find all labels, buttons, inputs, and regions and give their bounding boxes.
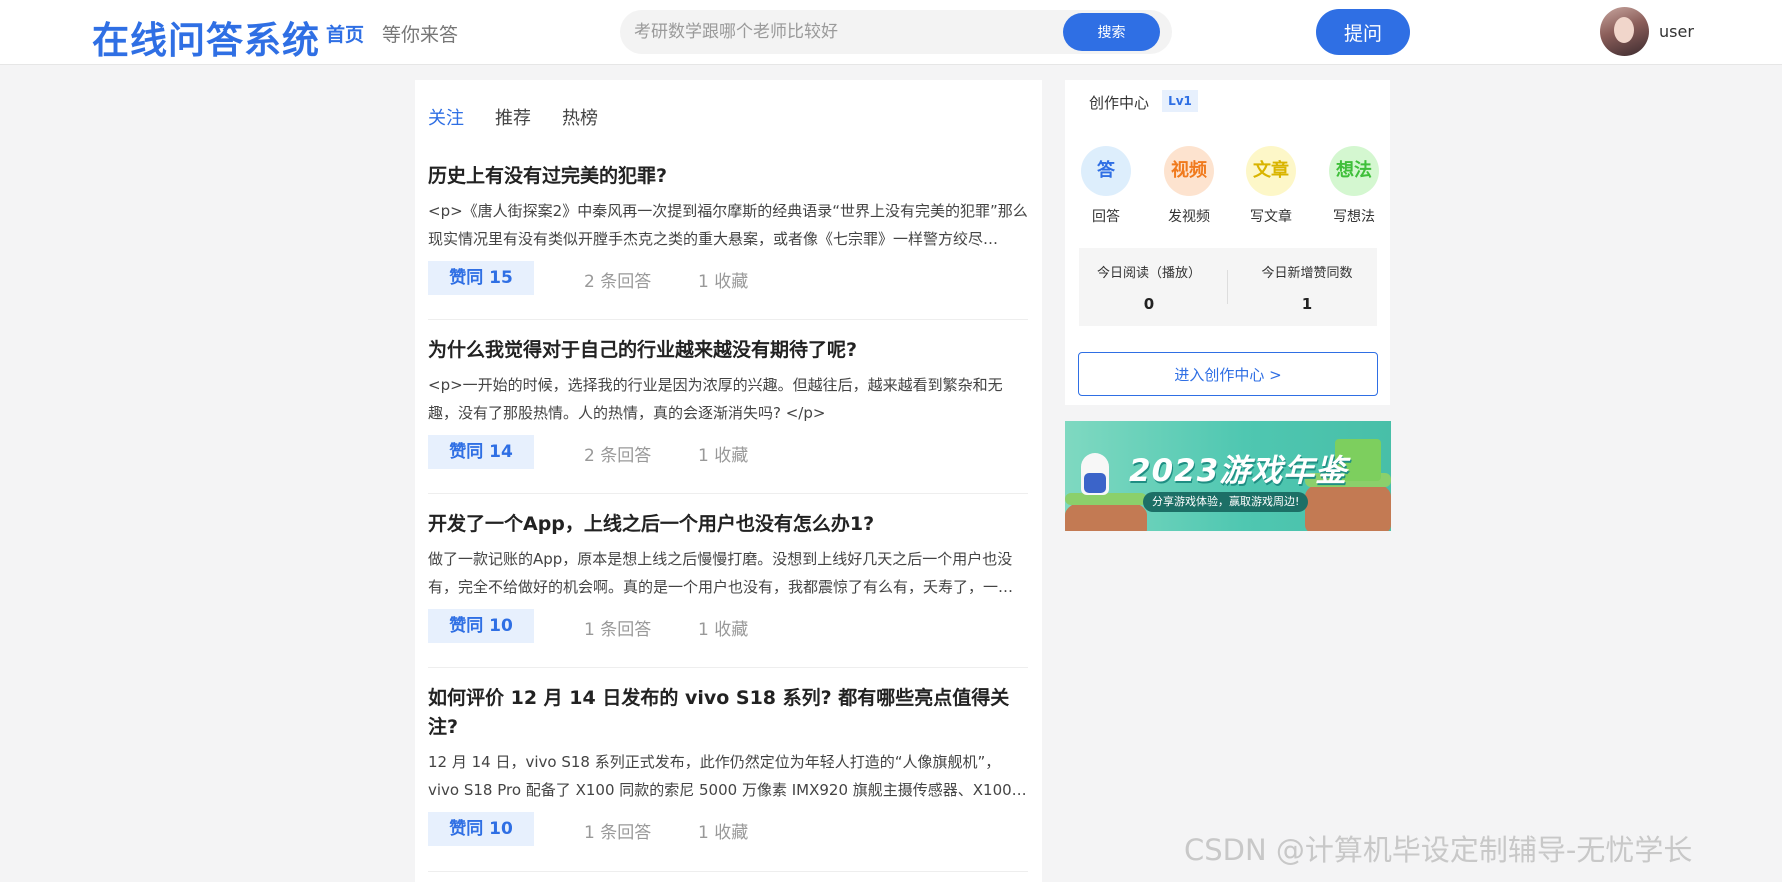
- question-item[interactable]: 历史上有没有过完美的犯罪? <p>《唐人街探案2》中秦风再一次提到福尔摩斯的经典…: [428, 162, 1028, 320]
- answer-count[interactable]: 2 条回答: [584, 267, 651, 292]
- search-button[interactable]: 搜索: [1063, 13, 1160, 51]
- favorite-count[interactable]: 1 收藏: [698, 267, 748, 292]
- game-yearbook-banner[interactable]: 2023游戏年鉴 分享游戏体验，赢取游戏周边!: [1065, 421, 1391, 531]
- question-actions: 赞同 10 1 条回答 1 收藏: [428, 609, 1028, 645]
- quick-action-label: 发视频: [1168, 209, 1210, 225]
- stat-label: 今日阅读（播放）: [1096, 266, 1201, 281]
- quick-action-answer[interactable]: 答 回答: [1075, 146, 1137, 226]
- nav-waiting-answers[interactable]: 等你来答: [382, 20, 458, 47]
- agree-button[interactable]: 赞同 14: [428, 435, 534, 469]
- watermark: CSDN @计算机毕设定制辅导-无忧学长: [1184, 833, 1693, 867]
- creation-center-card: 创作中心 Lv1 答 回答 视频 发视频 文章 写文章 想法 写想法 今日阅读（…: [1065, 80, 1390, 405]
- stat-value: 0: [1143, 295, 1155, 313]
- question-excerpt[interactable]: 做了一款记账的App，原本是想上线之后慢慢打磨。没想到上线好几天之后一个用户也没…: [428, 545, 1028, 601]
- question-excerpt[interactable]: 12 月 14 日，vivo S18 系列正式发布，此作仍然定位为年轻人打造的“…: [428, 748, 1028, 804]
- question-excerpt[interactable]: <p>《唐人街探案2》中秦风再一次提到福尔摩斯的经典语录“世界上没有完美的犯罪”…: [428, 197, 1028, 253]
- question-title[interactable]: 为什么我觉得对于自己的行业越来越没有期待了呢?: [428, 336, 1028, 365]
- video-icon[interactable]: 视频: [1164, 146, 1214, 196]
- agree-button[interactable]: 赞同 10: [428, 609, 534, 643]
- avatar[interactable]: [1600, 7, 1649, 56]
- quick-action-label: 写想法: [1333, 209, 1375, 225]
- answer-count[interactable]: 1 条回答: [584, 818, 651, 843]
- question-feed: 关注 推荐 热榜 历史上有没有过完美的犯罪? <p>《唐人街探案2》中秦风再一次…: [415, 80, 1042, 882]
- question-title[interactable]: 如何评价 12 月 14 日发布的 vivo S18 系列? 都有哪些亮点值得关…: [428, 684, 1028, 742]
- search-input[interactable]: [634, 10, 1034, 54]
- today-stats: 今日阅读（播放） 0 今日新增赞同数 1: [1079, 248, 1377, 326]
- question-actions: 赞同 15 2 条回答 1 收藏: [428, 261, 1028, 297]
- tab-hot[interactable]: 热榜: [562, 104, 598, 130]
- ask-question-button[interactable]: 提问: [1316, 9, 1410, 55]
- top-navbar: 在线问答系统 首页 等你来答 搜索 提问 user: [0, 0, 1782, 65]
- tab-follow[interactable]: 关注: [428, 104, 464, 130]
- creation-center-title: 创作中心: [1089, 94, 1150, 112]
- question-title[interactable]: 历史上有没有过完美的犯罪?: [428, 162, 1028, 191]
- quick-action-label: 写文章: [1250, 209, 1292, 225]
- question-actions: 赞同 14 2 条回答 1 收藏: [428, 435, 1028, 471]
- tab-recommend[interactable]: 推荐: [495, 104, 531, 130]
- agree-button[interactable]: 赞同 10: [428, 812, 534, 846]
- stat-label: 今日新增赞同数: [1261, 266, 1353, 281]
- question-item[interactable]: 开发了一个App，上线之后一个用户也没有怎么办1? 做了一款记账的App，原本是…: [428, 510, 1028, 668]
- site-logo[interactable]: 在线问答系统: [92, 10, 320, 64]
- article-icon[interactable]: 文章: [1246, 146, 1296, 196]
- banner-title: 2023游戏年鉴: [1129, 453, 1348, 489]
- question-excerpt[interactable]: <p>一开始的时候，选择我的行业是因为浓厚的兴趣。但越往后，越来越看到繁杂和无趣…: [428, 371, 1028, 427]
- banner-character-graphic: [1081, 453, 1109, 495]
- stat-divider: [1227, 270, 1228, 304]
- stat-value: 1: [1301, 295, 1313, 313]
- favorite-count[interactable]: 1 收藏: [698, 441, 748, 466]
- question-actions: 赞同 10 1 条回答 1 收藏: [428, 812, 1028, 848]
- idea-icon[interactable]: 想法: [1329, 146, 1379, 196]
- level-badge: Lv1: [1162, 90, 1198, 112]
- username[interactable]: user: [1659, 22, 1694, 41]
- question-item[interactable]: 如何评价 12 月 14 日发布的 vivo S18 系列? 都有哪些亮点值得关…: [428, 684, 1028, 872]
- stat-new-agrees: 今日新增赞同数 1: [1237, 262, 1377, 313]
- stat-reads: 今日阅读（播放） 0: [1079, 262, 1219, 313]
- banner-subtitle: 分享游戏体验，赢取游戏周边!: [1143, 492, 1309, 512]
- search-bar: 搜索: [620, 10, 1172, 54]
- question-title[interactable]: 开发了一个App，上线之后一个用户也没有怎么办1?: [428, 510, 1028, 539]
- quick-action-video[interactable]: 视频 发视频: [1158, 146, 1220, 226]
- favorite-count[interactable]: 1 收藏: [698, 615, 748, 640]
- answer-count[interactable]: 1 条回答: [584, 615, 651, 640]
- favorite-count[interactable]: 1 收藏: [698, 818, 748, 843]
- agree-button[interactable]: 赞同 15: [428, 261, 534, 295]
- answer-count[interactable]: 2 条回答: [584, 441, 651, 466]
- enter-creation-center-button[interactable]: 进入创作中心 >: [1078, 352, 1378, 396]
- quick-action-article[interactable]: 文章 写文章: [1240, 146, 1302, 226]
- quick-action-idea[interactable]: 想法 写想法: [1323, 146, 1385, 226]
- nav-home[interactable]: 首页: [326, 20, 364, 47]
- quick-action-label: 回答: [1092, 209, 1120, 225]
- banner-island-graphic: [1065, 493, 1147, 531]
- answer-icon[interactable]: 答: [1081, 146, 1131, 196]
- question-item[interactable]: 为什么我觉得对于自己的行业越来越没有期待了呢? <p>一开始的时候，选择我的行业…: [428, 336, 1028, 494]
